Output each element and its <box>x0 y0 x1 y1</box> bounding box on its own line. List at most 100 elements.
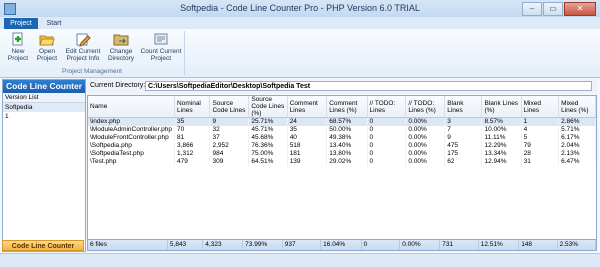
table-cell: 13.34% <box>481 150 522 158</box>
table-cell: 5.71% <box>558 126 596 134</box>
table-cell: \Softpedia.php <box>88 142 176 150</box>
table-cell: 6.17% <box>558 134 596 142</box>
version-list-header: Version List <box>3 93 85 103</box>
column-header[interactable]: Blank Lines <box>444 96 483 118</box>
code-line-counter-button[interactable]: Code Line Counter <box>2 240 84 251</box>
totals-cell: 937 <box>282 240 322 250</box>
table-cell: 6.47% <box>558 158 596 166</box>
ribbon: New Project Open Project Edit Current Pr… <box>0 29 600 78</box>
version-item-number[interactable]: 1 <box>3 112 85 121</box>
table-cell: 37 <box>209 134 250 142</box>
maximize-button[interactable]: ▭ <box>543 2 563 16</box>
table-cell: 35 <box>174 117 211 126</box>
window-title: Softpedia - Code Line Counter Pro - PHP … <box>180 3 420 13</box>
close-button[interactable]: ✕ <box>564 2 596 16</box>
table-row[interactable]: \Softpedia.php 3,866 2,952 76.36% 518 13.40% 0… <box>88 142 596 150</box>
results-grid: Name Nominal Lines Source Code Lines Source… <box>87 95 597 251</box>
table-cell: 3,866 <box>174 142 211 150</box>
table-cell: 0 <box>367 158 407 166</box>
table-cell: 64.51% <box>248 158 288 166</box>
folder-icon <box>113 34 129 46</box>
status-bar <box>0 253 600 267</box>
table-cell: 12.94% <box>481 158 522 166</box>
table-cell: 0 <box>367 134 407 142</box>
table-cell: 11.11% <box>481 134 522 142</box>
table-cell: \index.php <box>88 117 176 126</box>
table-cell: 25.71% <box>248 117 288 126</box>
totals-row: 6 files 5,843 4,323 73.99% 937 16.04% 0 0.00% 73… <box>88 240 597 250</box>
edit-project-icon <box>76 33 91 47</box>
totals-cell: 4,323 <box>202 240 244 250</box>
table-cell: 62 <box>444 158 483 166</box>
table-cell: 9 <box>444 134 483 142</box>
column-header[interactable]: Mixed Lines (%) <box>558 96 596 118</box>
column-header[interactable]: Comment Lines (%) <box>326 96 368 118</box>
minimize-button[interactable]: – <box>522 2 542 16</box>
table-row[interactable]: \ModuleAdminController.php 70 32 45.71% 35 50… <box>88 126 596 134</box>
table-cell: 12.29% <box>481 142 522 150</box>
table-cell: 175 <box>444 150 483 158</box>
totals-cell: 73.99% <box>242 240 283 250</box>
column-header[interactable]: // TODO: Lines (%) <box>405 96 446 118</box>
table-cell: 31 <box>521 158 560 166</box>
table-cell: 8.57% <box>481 117 522 126</box>
table-cell: 2,952 <box>209 142 250 150</box>
totals-cell: 2.53% <box>557 240 597 250</box>
table-cell: \ModuleFrontController.php <box>88 134 176 142</box>
version-item-project[interactable]: Softpedia <box>3 103 85 112</box>
table-row[interactable]: \ModuleFrontController.php 81 37 45.68% 40 49… <box>88 134 596 142</box>
table-cell: 0.00% <box>405 126 446 134</box>
totals-cell: 731 <box>439 240 479 250</box>
table-cell: 70 <box>174 126 211 134</box>
table-cell: 139 <box>287 158 328 166</box>
table-cell: 1,312 <box>174 150 211 158</box>
table-cell: 45.68% <box>248 134 288 142</box>
table-cell: 35 <box>287 126 328 134</box>
table-row[interactable]: \SoftpediaTest.php 1,312 984 75.00% 181 13.80… <box>88 150 596 158</box>
table-cell: 40 <box>287 134 328 142</box>
edit-project-info-button[interactable]: Edit Current Project Info <box>62 31 104 62</box>
table-cell: 0.00% <box>405 117 446 126</box>
table-cell: 68.57% <box>326 117 368 126</box>
table-cell: 309 <box>209 158 250 166</box>
column-header[interactable]: Comment Lines <box>287 96 328 118</box>
totals-cell: 0 <box>361 240 401 250</box>
column-header[interactable]: Mixed Lines <box>521 96 560 118</box>
table-cell: 1 <box>521 117 560 126</box>
new-project-button[interactable]: New Project <box>4 31 32 62</box>
table-cell: \SoftpediaTest.php <box>88 150 176 158</box>
table-cell: 0 <box>367 150 407 158</box>
column-header[interactable]: // TODO: Lines <box>367 96 407 118</box>
table-cell: 0.00% <box>405 158 446 166</box>
change-directory-button[interactable]: Change Directory <box>106 31 136 62</box>
column-header[interactable]: Name <box>88 96 176 118</box>
column-header[interactable]: Nominal Lines <box>174 96 211 118</box>
table-cell: 5 <box>521 134 560 142</box>
table-cell: 50.00% <box>326 126 368 134</box>
table-cell: 2.86% <box>558 117 596 126</box>
totals-bar: 6 files 5,843 4,323 73.99% 937 16.04% 0 0.00% 73… <box>87 239 597 251</box>
table-cell: 2.04% <box>558 142 596 150</box>
tab-start[interactable]: Start <box>40 18 68 29</box>
title-bar: Softpedia - Code Line Counter Pro - PHP … <box>0 0 600 18</box>
table-cell: 0.00% <box>405 142 446 150</box>
table-cell: 24 <box>287 117 328 126</box>
tab-project[interactable]: Project <box>4 18 38 29</box>
table-cell: 32 <box>209 126 250 134</box>
totals-cell: 0.00% <box>399 240 441 250</box>
directory-bar: Current Directory: C:\Users\SoftpediaEdi… <box>87 79 597 94</box>
table-cell: 81 <box>174 134 211 142</box>
table-cell: 75.00% <box>248 150 288 158</box>
directory-field[interactable]: C:\Users\SoftpediaEditor\Desktop\Softped… <box>145 81 592 91</box>
open-project-icon <box>39 35 55 46</box>
table-row[interactable]: \index.php 35 9 25.71% 24 68.57% 0 0.00% 3 8.57% 1… <box>88 117 596 126</box>
open-project-button[interactable]: Open Project <box>34 31 60 62</box>
ribbon-group-separator <box>184 31 185 75</box>
count-current-project-button[interactable]: Count Current Project <box>140 31 182 62</box>
column-header[interactable]: Blank Lines (%) <box>481 96 522 118</box>
table-row[interactable]: \Test.php 479 309 64.51% 139 29.02% 0 0.00% 62 12… <box>88 158 596 166</box>
column-header[interactable]: Source Code Lines (%) <box>248 96 288 118</box>
table-cell: 79 <box>521 142 560 150</box>
column-header[interactable]: Source Code Lines <box>209 96 250 118</box>
table-cell: 9 <box>209 117 250 126</box>
